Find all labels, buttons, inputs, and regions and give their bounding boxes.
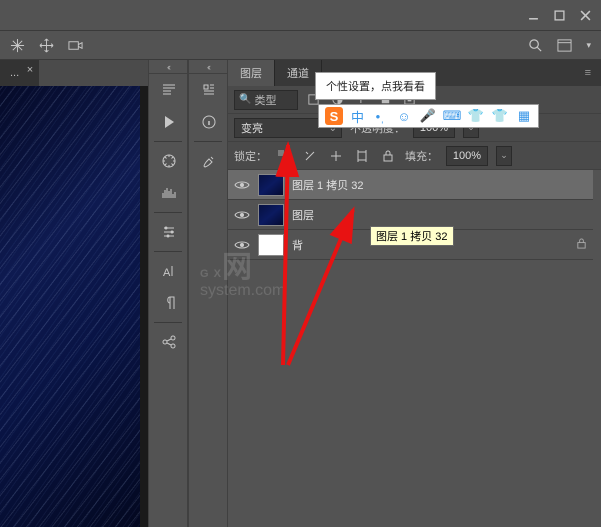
adjustments-icon[interactable] bbox=[149, 216, 189, 248]
layer-tooltip: 图层 1 拷贝 32 bbox=[370, 226, 454, 246]
document-area: ... × bbox=[0, 60, 148, 527]
snowflake-icon[interactable] bbox=[10, 38, 25, 53]
ime-keyboard-icon[interactable]: ⌨ bbox=[444, 108, 460, 124]
paragraph-icon[interactable] bbox=[149, 287, 189, 319]
fill-value[interactable]: 100% bbox=[446, 146, 488, 166]
svg-text:A: A bbox=[163, 267, 171, 279]
callout-tooltip[interactable]: 个性设置，点我看看 bbox=[315, 72, 436, 100]
ime-punct-icon[interactable]: •ˌ bbox=[372, 108, 388, 124]
lock-transparency-icon[interactable] bbox=[275, 150, 293, 162]
ime-skin-icon[interactable]: 👕 bbox=[468, 108, 484, 124]
ime-grid-icon[interactable]: ▦ bbox=[516, 108, 532, 124]
ime-lang[interactable]: 中 bbox=[351, 107, 364, 126]
maximize-button[interactable] bbox=[547, 4, 571, 26]
lock-position-icon[interactable] bbox=[327, 150, 345, 162]
document-tab-label: ... bbox=[10, 67, 19, 79]
histogram-icon[interactable] bbox=[149, 177, 189, 209]
play-icon[interactable] bbox=[149, 106, 189, 138]
lock-all-icon[interactable] bbox=[379, 150, 397, 162]
layer-name: 图层 1 拷贝 32 bbox=[292, 177, 364, 193]
tab-label: 通道 bbox=[287, 65, 309, 81]
canvas[interactable] bbox=[0, 86, 140, 527]
move-icon[interactable] bbox=[39, 38, 54, 53]
collapse-button[interactable] bbox=[149, 60, 187, 74]
options-bar: ▾ bbox=[0, 30, 601, 60]
panel-menu-icon[interactable]: ≡ bbox=[575, 67, 601, 79]
tab-layers[interactable]: 图层 bbox=[228, 60, 275, 86]
brush-icon[interactable] bbox=[189, 145, 229, 177]
close-button[interactable] bbox=[573, 4, 597, 26]
lock-pixels-icon[interactable] bbox=[301, 150, 319, 162]
lock-artboard-icon[interactable] bbox=[353, 150, 371, 162]
tool-strip-a: A bbox=[148, 60, 188, 527]
character-icon[interactable]: A bbox=[149, 255, 189, 287]
layers-panel: 图层 通道 ≡ 🔍 类型 T 变亮 ⌄ 不透明度： 100% ⌄ 锁定： 填充：… bbox=[228, 60, 601, 527]
close-icon[interactable]: × bbox=[27, 64, 33, 76]
sogou-logo[interactable]: S bbox=[325, 107, 343, 125]
minimize-button[interactable] bbox=[521, 4, 545, 26]
share-icon[interactable] bbox=[149, 326, 189, 358]
fill-chevron[interactable]: ⌄ bbox=[496, 146, 512, 166]
visibility-icon[interactable] bbox=[234, 237, 250, 253]
layer-thumbnail[interactable] bbox=[258, 204, 284, 226]
document-tabs: ... × bbox=[0, 60, 148, 86]
title-bar bbox=[0, 0, 601, 30]
lock-row: 锁定： 填充： 100% ⌄ bbox=[228, 142, 601, 170]
filter-type-select[interactable]: 🔍 类型 bbox=[234, 90, 298, 110]
layer-thumbnail[interactable] bbox=[258, 234, 284, 256]
info-icon[interactable] bbox=[189, 106, 229, 138]
layer-list: 图层 1 拷贝 32 图层 背 bbox=[228, 170, 593, 527]
visibility-icon[interactable] bbox=[234, 177, 250, 193]
chevron-down-icon[interactable]: ▾ bbox=[586, 40, 591, 51]
filter-type-label: 类型 bbox=[254, 92, 276, 108]
properties-icon[interactable] bbox=[189, 74, 229, 106]
layer-name: 背 bbox=[292, 237, 303, 253]
layer-row[interactable]: 图层 1 拷贝 32 bbox=[228, 170, 593, 200]
compass-icon[interactable] bbox=[149, 145, 189, 177]
image-content bbox=[0, 86, 140, 527]
tool-strip-b bbox=[188, 60, 228, 527]
fill-label: 填充： bbox=[405, 148, 438, 164]
ime-emoji-icon[interactable]: ☺ bbox=[396, 108, 412, 124]
camera-icon[interactable] bbox=[68, 38, 83, 53]
layer-thumbnail[interactable] bbox=[258, 174, 284, 196]
callout-text: 个性设置，点我看看 bbox=[326, 81, 425, 93]
ime-tshirt-icon[interactable]: 👕 bbox=[492, 108, 508, 124]
collapse-button[interactable] bbox=[189, 60, 227, 74]
lock-icon bbox=[576, 238, 587, 252]
paragraph-styles-icon[interactable] bbox=[149, 74, 189, 106]
blend-mode-value: 变亮 bbox=[241, 120, 263, 136]
ime-toolbar[interactable]: S 中 •ˌ ☺ 🎤 ⌨ 👕 👕 ▦ bbox=[318, 104, 539, 128]
visibility-icon[interactable] bbox=[234, 207, 250, 223]
layer-name: 图层 bbox=[292, 207, 314, 223]
tab-label: 图层 bbox=[240, 65, 262, 81]
document-tab[interactable]: ... × bbox=[0, 60, 39, 86]
workspace-icon[interactable] bbox=[557, 38, 572, 53]
lock-label: 锁定： bbox=[234, 148, 267, 164]
search-icon[interactable] bbox=[528, 38, 543, 53]
search-glyph: 🔍 bbox=[239, 94, 251, 105]
ime-mic-icon[interactable]: 🎤 bbox=[420, 108, 436, 124]
